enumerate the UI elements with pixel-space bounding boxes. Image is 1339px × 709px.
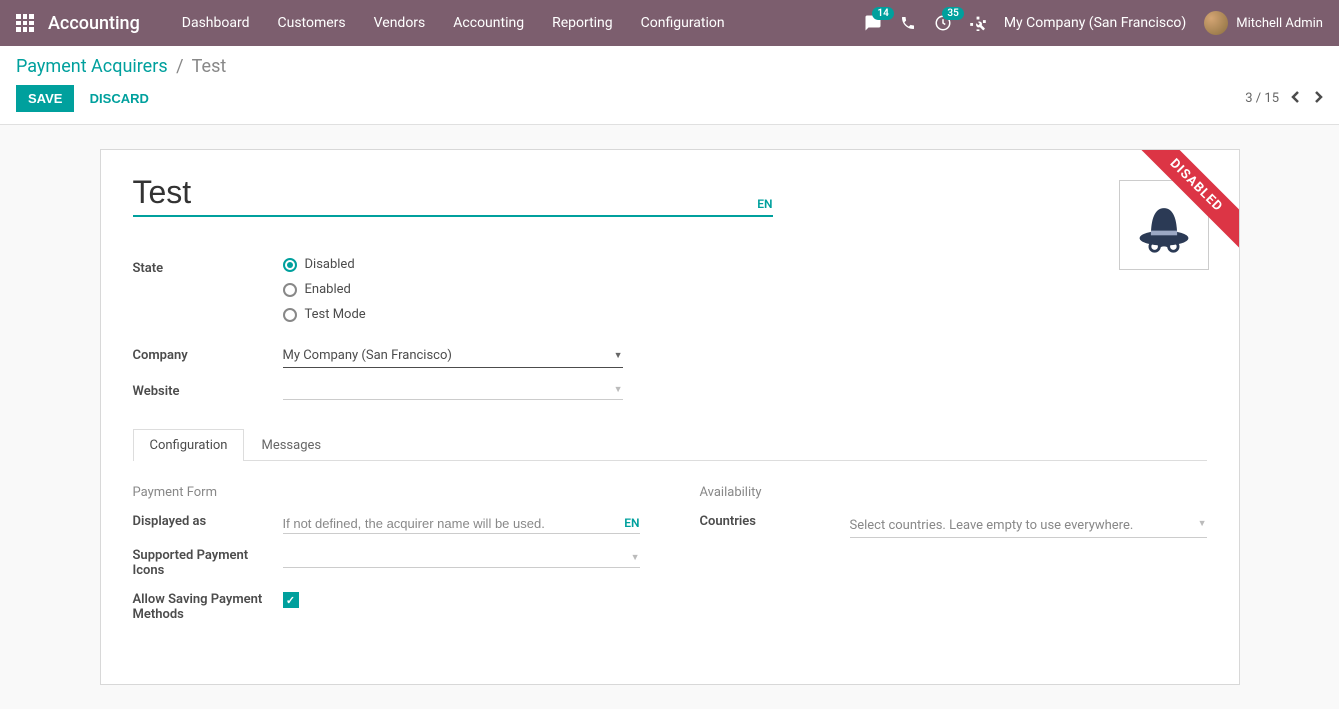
nav-customers[interactable]: Customers	[264, 0, 360, 46]
state-disabled-radio[interactable]: Disabled	[283, 257, 833, 272]
nav-accounting[interactable]: Accounting	[439, 0, 538, 46]
label-website: Website	[133, 380, 283, 399]
label-supported-icons: Supported Payment Icons	[133, 548, 283, 578]
pager-next-icon[interactable]	[1313, 90, 1323, 108]
tabs: Configuration Messages	[133, 428, 1207, 461]
state-enabled-radio[interactable]: Enabled	[283, 282, 833, 297]
breadcrumb-current: Test	[192, 56, 227, 77]
brand[interactable]: Accounting	[48, 13, 140, 34]
label-displayed-as: Displayed as	[133, 514, 283, 529]
caret-down-icon: ▼	[631, 552, 640, 563]
clock-badge: 35	[942, 7, 963, 20]
supported-icons-select[interactable]: ▼	[283, 548, 640, 568]
caret-down-icon: ▼	[614, 384, 623, 395]
lang-badge[interactable]: EN	[624, 516, 639, 531]
main-nav: Dashboard Customers Vendors Accounting R…	[168, 0, 739, 46]
chat-badge: 14	[872, 7, 893, 20]
tab-messages[interactable]: Messages	[244, 429, 338, 461]
section-payment-form: Payment Form	[133, 485, 640, 500]
topbar: Accounting Dashboard Customers Vendors A…	[0, 0, 1339, 46]
hat-icon	[1134, 195, 1194, 255]
sheet-background: DISABLED EN State	[0, 125, 1339, 709]
tools-icon[interactable]	[970, 15, 986, 31]
user-menu[interactable]: Mitchell Admin	[1204, 11, 1323, 35]
pager: 3 / 15	[1245, 90, 1323, 108]
breadcrumb-parent[interactable]: Payment Acquirers	[16, 56, 168, 77]
nav-reporting[interactable]: Reporting	[538, 0, 627, 46]
avatar	[1204, 11, 1228, 35]
phone-icon[interactable]	[900, 15, 916, 31]
company-select[interactable]: My Company (San Francisco) ▼	[283, 344, 623, 368]
label-state: State	[133, 257, 283, 276]
pager-prev-icon[interactable]	[1291, 90, 1301, 108]
nav-vendors[interactable]: Vendors	[360, 0, 440, 46]
form-sheet: DISABLED EN State	[100, 149, 1240, 685]
pager-text: 3 / 15	[1245, 91, 1279, 106]
radio-icon	[283, 283, 297, 297]
label-countries: Countries	[700, 514, 850, 529]
control-panel: Payment Acquirers / Test SAVE DISCARD 3 …	[0, 46, 1339, 125]
website-select[interactable]: ▼	[283, 380, 623, 400]
displayed-as-input[interactable]	[283, 516, 617, 531]
acquirer-name-input[interactable]	[133, 174, 750, 211]
tab-content: Payment Form Displayed as EN Supported P…	[133, 461, 1207, 660]
countries-select[interactable]: Select countries. Leave empty to use eve…	[850, 514, 1207, 538]
nav-configuration[interactable]: Configuration	[627, 0, 739, 46]
breadcrumb: Payment Acquirers / Test	[16, 56, 1323, 77]
topbar-right: 14 35 My Company (San Francisco) Mitchel…	[864, 11, 1323, 35]
state-test-mode-radio[interactable]: Test Mode	[283, 307, 833, 322]
save-button[interactable]: SAVE	[16, 85, 74, 112]
discard-button[interactable]: DISCARD	[78, 85, 161, 112]
allow-saving-checkbox[interactable]: ✓	[283, 592, 299, 608]
tab-configuration[interactable]: Configuration	[133, 429, 245, 461]
chat-icon[interactable]: 14	[864, 14, 882, 32]
nav-dashboard[interactable]: Dashboard	[168, 0, 264, 46]
section-availability: Availability	[700, 485, 1207, 500]
user-name: Mitchell Admin	[1236, 16, 1323, 31]
label-allow-saving: Allow Saving Payment Methods	[133, 592, 283, 622]
radio-checked-icon	[283, 258, 297, 272]
clock-icon[interactable]: 35	[934, 14, 952, 32]
apps-icon[interactable]	[16, 14, 34, 32]
lang-badge[interactable]: EN	[757, 197, 772, 211]
caret-down-icon: ▼	[1198, 518, 1207, 533]
company-selector[interactable]: My Company (San Francisco)	[1004, 15, 1186, 31]
caret-down-icon: ▼	[614, 350, 623, 361]
radio-icon	[283, 308, 297, 322]
label-company: Company	[133, 344, 283, 363]
